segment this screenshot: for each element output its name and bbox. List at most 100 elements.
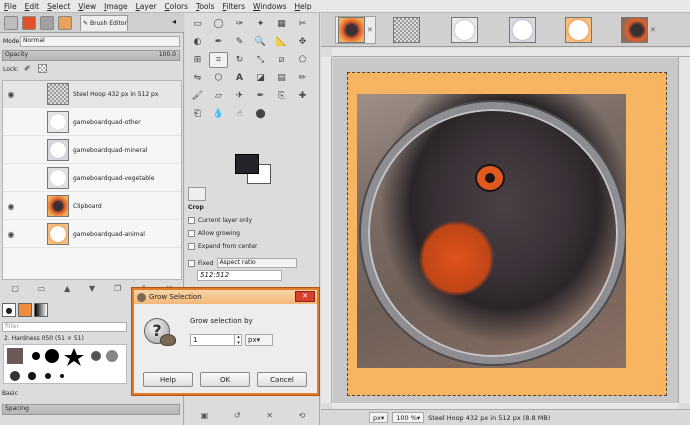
free-select-icon[interactable]: ✑ bbox=[230, 16, 249, 32]
layer-row[interactable]: ◉ Steel Hoop 432 px in 512 px bbox=[3, 81, 181, 108]
ellipse-select-icon[interactable]: ◯ bbox=[209, 16, 228, 32]
brushes-tab-icon[interactable]: ● bbox=[2, 303, 16, 317]
new-layer-icon[interactable]: ▢ bbox=[11, 284, 19, 293]
eye-icon[interactable]: ◉ bbox=[3, 202, 19, 211]
current-layer-only-checkbox[interactable]: Current layer only bbox=[188, 214, 318, 227]
menu-edit[interactable]: Edit bbox=[25, 2, 40, 11]
paintbrush-icon[interactable]: 🖌 bbox=[188, 88, 207, 104]
gradients-tab-icon[interactable] bbox=[34, 303, 48, 317]
image-tab[interactable]: ✕ bbox=[621, 16, 656, 44]
lock-alpha-icon[interactable] bbox=[38, 64, 47, 73]
zoom-icon[interactable]: 🔍 bbox=[251, 34, 270, 50]
flip-icon[interactable]: ⇋ bbox=[188, 70, 207, 86]
vertical-scrollbar[interactable] bbox=[678, 57, 690, 403]
aspect-select[interactable]: Aspect ratio bbox=[216, 258, 297, 268]
lock-pixels-icon[interactable]: ✐ bbox=[24, 64, 31, 73]
save-options-icon[interactable]: ▣ bbox=[201, 411, 209, 420]
menu-view[interactable]: View bbox=[78, 2, 96, 11]
scissors-icon[interactable]: ✂ bbox=[293, 16, 312, 32]
menu-windows[interactable]: Windows bbox=[253, 2, 287, 11]
brush-editor-tab[interactable]: ✎ Brush Editor bbox=[80, 15, 128, 31]
unit-dropdown[interactable]: px ▾ bbox=[245, 334, 273, 346]
ratio-input[interactable]: 512:512 bbox=[197, 270, 282, 281]
color-select-icon[interactable]: ▦ bbox=[272, 16, 291, 32]
new-group-icon[interactable]: ▭ bbox=[38, 284, 46, 293]
brush-filter-input[interactable]: filter bbox=[2, 322, 127, 332]
brush-grid[interactable] bbox=[3, 344, 127, 384]
patterns-tab-icon[interactable] bbox=[18, 303, 32, 317]
blur-icon[interactable]: 💧 bbox=[209, 106, 228, 122]
menu-image[interactable]: Image bbox=[104, 2, 128, 11]
blend-icon[interactable]: ▤ bbox=[272, 70, 291, 86]
layer-row[interactable]: ◉ gameboardquad-animal bbox=[3, 221, 181, 248]
layers-tab[interactable] bbox=[4, 16, 18, 30]
layer-row[interactable]: ◉ Clipboard bbox=[3, 193, 181, 220]
close-icon[interactable]: ✕ bbox=[295, 291, 315, 302]
help-button[interactable]: Help bbox=[143, 372, 193, 387]
eraser-icon[interactable]: ▱ bbox=[209, 88, 228, 104]
lower-layer-icon[interactable]: ▼ bbox=[89, 284, 95, 293]
eye-icon[interactable]: ◉ bbox=[3, 90, 19, 99]
menu-select[interactable]: Select bbox=[47, 2, 70, 11]
layer-row[interactable]: gameboardquad-mineral bbox=[3, 137, 181, 164]
close-icon[interactable]: ✕ bbox=[650, 26, 656, 34]
spacing-slider[interactable]: Spacing bbox=[2, 404, 180, 415]
opacity-slider[interactable]: Opacity 100.0 bbox=[2, 50, 180, 61]
channels-tab[interactable] bbox=[22, 16, 36, 30]
dialog-titlebar[interactable]: Grow Selection ✕ bbox=[134, 290, 317, 304]
airbrush-icon[interactable]: ✈ bbox=[230, 88, 249, 104]
vertical-ruler[interactable] bbox=[321, 57, 332, 403]
dodge-burn-icon[interactable]: ⬤ bbox=[251, 106, 270, 122]
perspective-clone-icon[interactable]: ⎗ bbox=[188, 106, 207, 122]
perspective-icon[interactable]: ⬠ bbox=[293, 52, 312, 68]
foreground-color-swatch[interactable] bbox=[235, 154, 259, 174]
mode-select[interactable]: Normal bbox=[20, 36, 180, 47]
color-picker-icon[interactable]: ✎ bbox=[230, 34, 249, 50]
menu-tools[interactable]: Tools bbox=[196, 2, 214, 11]
canvas[interactable] bbox=[333, 58, 678, 403]
align-icon[interactable]: ⊞ bbox=[188, 52, 207, 68]
ok-button[interactable]: OK bbox=[200, 372, 250, 387]
rect-select-icon[interactable]: ▭ bbox=[188, 16, 207, 32]
text-icon[interactable]: A bbox=[230, 70, 249, 86]
unit-select[interactable]: px ▾ bbox=[369, 412, 389, 423]
image-tab[interactable]: ✕ bbox=[335, 16, 376, 44]
horizontal-ruler[interactable] bbox=[332, 48, 690, 57]
duplicate-layer-icon[interactable]: ❐ bbox=[114, 284, 121, 293]
pencil-icon[interactable]: ✏ bbox=[293, 70, 312, 86]
heal-icon[interactable]: ✚ bbox=[293, 88, 312, 104]
menu-layer[interactable]: Layer bbox=[136, 2, 157, 11]
close-icon[interactable]: ✕ bbox=[367, 26, 373, 34]
move-icon[interactable]: ✥ bbox=[293, 34, 312, 50]
delete-options-icon[interactable]: ✕ bbox=[266, 411, 273, 420]
grow-amount-spinner[interactable]: ▴ ▾ bbox=[234, 334, 242, 346]
allow-growing-checkbox[interactable]: Allow growing bbox=[188, 227, 318, 240]
measure-icon[interactable]: 📐 bbox=[272, 34, 291, 50]
bucket-fill-icon[interactable]: ◪ bbox=[251, 70, 270, 86]
image-tab[interactable] bbox=[393, 16, 420, 44]
scale-icon[interactable]: ⤡ bbox=[251, 52, 270, 68]
rotate-icon[interactable]: ↻ bbox=[230, 52, 249, 68]
menu-filters[interactable]: Filters bbox=[223, 2, 246, 11]
reset-options-icon[interactable]: ⟲ bbox=[298, 411, 305, 420]
menu-file[interactable]: File bbox=[4, 2, 17, 11]
menu-colors[interactable]: Colors bbox=[165, 2, 189, 11]
image-tab[interactable] bbox=[451, 16, 478, 44]
cancel-button[interactable]: Cancel bbox=[257, 372, 307, 387]
clone-icon[interactable]: ⎘ bbox=[272, 88, 291, 104]
shear-icon[interactable]: ⧄ bbox=[272, 52, 291, 68]
tool-options-tab[interactable] bbox=[188, 187, 206, 201]
smudge-icon[interactable]: ☝ bbox=[230, 106, 249, 122]
ink-icon[interactable]: ✒ bbox=[251, 88, 270, 104]
image-tab[interactable] bbox=[565, 16, 592, 44]
image-tab[interactable] bbox=[509, 16, 536, 44]
layer-row[interactable]: gameboardquad-other bbox=[3, 109, 181, 136]
cage-icon[interactable]: ⬡ bbox=[209, 70, 228, 86]
eye-icon[interactable]: ◉ bbox=[3, 230, 19, 239]
paths-tab[interactable] bbox=[40, 16, 54, 30]
raise-layer-icon[interactable]: ▲ bbox=[64, 284, 70, 293]
fixed-checkbox[interactable]: Fixed bbox=[188, 257, 214, 270]
menu-help[interactable]: Help bbox=[295, 2, 312, 11]
paths-icon[interactable]: ✒ bbox=[209, 34, 228, 50]
dock-menu-icon[interactable]: ◂ bbox=[172, 17, 176, 26]
